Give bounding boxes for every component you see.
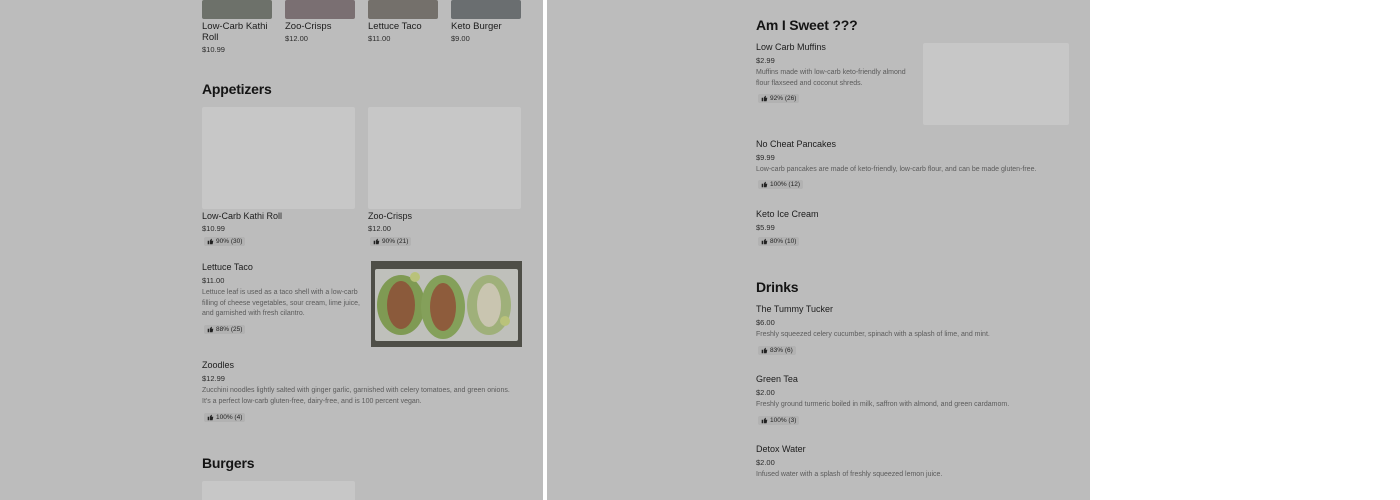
thumbs-up-icon [207,238,214,245]
menu-item-name[interactable]: Zoodles [202,360,234,370]
section-title-drinks: Drinks [756,279,799,295]
burger-card-image[interactable] [202,481,355,500]
thumbs-up-icon [207,414,214,421]
menu-item-name[interactable]: Keto Ice Cream [756,209,819,219]
menu-panel-right: Am I Sweet ??? Low Carb Muffins $2.99 Mu… [547,0,1090,500]
menu-item-description: Zucchini noodles lightly salted with gin… [202,387,510,405]
section-title-am-i-sweet: Am I Sweet ??? [756,17,858,33]
menu-item-name[interactable]: Green Tea [756,374,798,384]
thumbs-up-icon [761,347,768,354]
top-item-price: $10.99 [202,45,225,54]
menu-item-name[interactable]: Low Carb Muffins [756,42,826,52]
rating-badge: 80% (10) [758,237,800,246]
menu-item-price: $12.99 [202,374,225,383]
appetizer-card-price: $12.00 [368,224,391,233]
top-item-image[interactable] [368,0,438,19]
menu-item-price: $6.00 [756,318,775,327]
thumbs-up-icon [207,326,214,333]
rating-badge: 100% (3) [758,416,800,425]
top-item-price: $12.00 [285,34,308,43]
top-item-image[interactable] [202,0,272,19]
top-item-name[interactable]: Low-Carb Kathi Roll [202,21,274,43]
section-title-appetizers: Appetizers [202,81,272,97]
rating-badge: 100% (4) [204,413,246,422]
top-item-name[interactable]: Lettuce Taco [368,21,422,32]
menu-item-description: Infused water with a splash of freshly s… [756,471,943,478]
menu-item-price: $2.00 [756,388,775,397]
menu-item-name[interactable]: Lettuce Taco [202,262,253,272]
menu-item-description: Lettuce leaf is used as a taco shell wit… [202,289,360,318]
thumbs-up-icon [373,238,380,245]
menu-item-description: Freshly squeezed celery cucumber, spinac… [756,331,990,338]
top-item-price: $11.00 [368,34,391,43]
appetizer-card-name[interactable]: Low-Carb Kathi Roll [202,211,282,221]
rating-badge: 92% (26) [758,94,800,103]
thumbs-up-icon [761,181,768,188]
top-item-price: $9.00 [451,34,470,43]
rating-badge: 100% (12) [758,180,803,189]
menu-item-price: $11.00 [202,276,225,285]
menu-item-name[interactable]: No Cheat Pancakes [756,139,836,149]
appetizer-card-price: $10.99 [202,224,225,233]
menu-item-name[interactable]: The Tummy Tucker [756,304,833,314]
appetizer-card-image[interactable] [368,107,521,209]
top-item-image[interactable] [285,0,355,19]
menu-item-price: $2.00 [756,458,775,467]
top-item-name[interactable]: Zoo-Crisps [285,21,331,32]
muffins-image[interactable] [923,43,1069,125]
menu-item-price: $2.99 [756,56,775,65]
rating-badge: 90% (21) [370,237,412,246]
rating-badge: 90% (30) [204,237,246,246]
thumbs-up-icon [761,95,768,102]
menu-item-name[interactable]: Detox Water [756,444,806,454]
menu-item-description: Freshly ground turmeric boiled in milk, … [756,401,1010,408]
section-title-burgers: Burgers [202,455,255,471]
menu-panel-left: Low-Carb Kathi Roll $10.99 Zoo-Crisps $1… [0,0,543,500]
menu-item-price: $9.99 [756,153,775,162]
thumbs-up-icon [761,417,768,424]
top-item-name[interactable]: Keto Burger [451,21,502,32]
thumbs-up-icon [761,238,768,245]
rating-badge: 83% (6) [758,346,796,355]
appetizer-card-name[interactable]: Zoo-Crisps [368,211,412,221]
rating-badge: 88% (25) [204,325,246,334]
menu-item-description: Low-carb pancakes are made of keto-frien… [756,166,1037,173]
top-item-image[interactable] [451,0,521,19]
appetizer-card-image[interactable] [202,107,355,209]
menu-item-description: Muffins made with low-carb keto-friendly… [756,69,906,87]
menu-item-price: $5.99 [756,223,775,232]
lettuce-taco-image[interactable] [371,261,522,347]
